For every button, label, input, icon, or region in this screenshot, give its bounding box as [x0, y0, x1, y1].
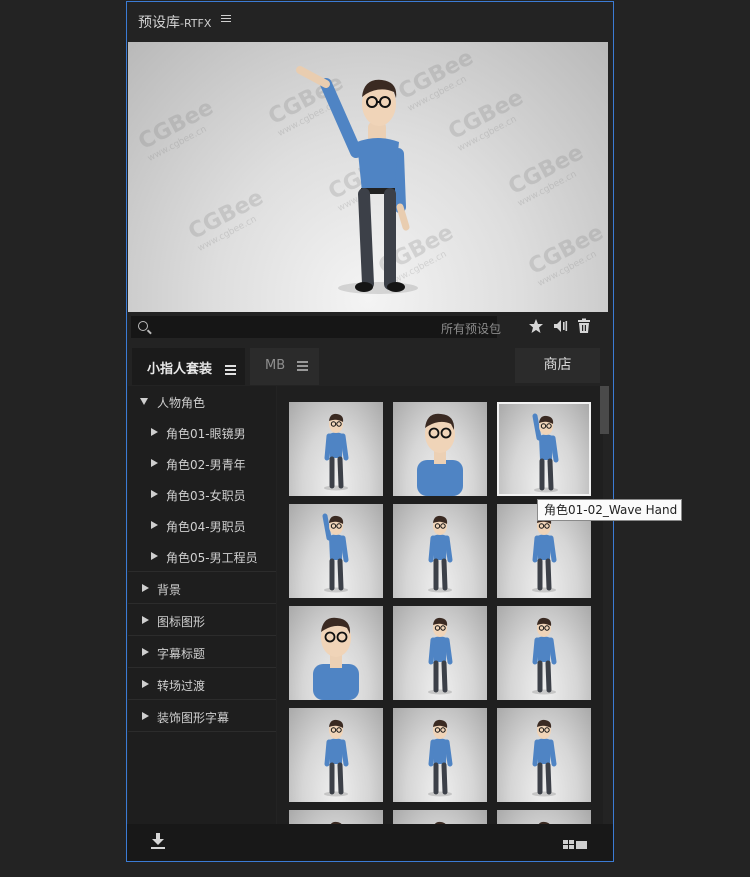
tree-category-label: 图标图形: [157, 615, 206, 629]
tree-item-label: 角色03-女职员: [166, 489, 246, 503]
tree-item-label: 角色04-男职员: [166, 520, 246, 534]
preset-thumbnail[interactable]: [393, 810, 487, 824]
expanded-arrow-icon: [140, 398, 148, 405]
panel-menu-icon[interactable]: [221, 13, 231, 25]
preset-thumbnail[interactable]: [289, 504, 383, 598]
collapsed-arrow-icon: [142, 616, 149, 624]
tree-category[interactable]: 图标图形: [128, 605, 276, 636]
panel-footer: [127, 824, 613, 861]
search-icon: [138, 321, 148, 331]
collapsed-arrow-icon: [142, 712, 149, 720]
tab-label: 小指人套装: [147, 362, 213, 377]
tab-label: MB: [265, 358, 286, 373]
preset-thumbnail[interactable]: [289, 708, 383, 802]
tree-category[interactable]: 装饰图形字幕: [128, 701, 276, 732]
tree-item[interactable]: 角色05-男工程员: [128, 541, 276, 572]
collapsed-arrow-icon: [142, 648, 149, 656]
search-input[interactable]: [155, 317, 429, 339]
tree-category-label: 人物角色: [157, 396, 206, 410]
collapsed-arrow-icon: [151, 521, 158, 529]
preset-thumbnail[interactable]: [393, 402, 487, 496]
panel-title-text: 预设库: [138, 15, 180, 31]
speaker-icon[interactable]: [551, 318, 569, 336]
category-tree: 人物角色 角色01-眼镜男 角色02-男青年 角色03-女职员 角色04-男职员…: [128, 386, 276, 824]
tree-item[interactable]: 角色04-男职员: [128, 510, 276, 541]
preset-thumbnail[interactable]: [497, 810, 591, 824]
tree-category-label: 转场过渡: [157, 679, 206, 693]
preset-thumbnail[interactable]: [289, 606, 383, 700]
panel-title-suffix: -RTFX: [180, 17, 212, 30]
collapsed-arrow-icon: [151, 552, 158, 560]
preset-library-panel: 预设库-RTFX CGBee www.cgbee.cn CGBee www.cgbe…: [126, 1, 614, 862]
tree-category[interactable]: 转场过渡: [128, 669, 276, 700]
panel-titlebar: 预设库-RTFX: [127, 2, 613, 40]
grid-scrollbar[interactable]: [600, 386, 609, 434]
collapsed-arrow-icon: [142, 680, 149, 688]
tab-menu-icon[interactable]: [297, 359, 309, 373]
trash-icon[interactable]: [575, 318, 593, 336]
panel-title: 预设库-RTFX: [138, 12, 211, 32]
preset-thumbnail[interactable]: [289, 402, 383, 496]
tree-item-label: 角色05-男工程员: [166, 551, 258, 565]
tab-menu-icon[interactable]: [224, 363, 236, 377]
tree-item-label: 角色01-眼镜男: [166, 427, 246, 441]
tree-item[interactable]: 角色01-眼镜男: [128, 417, 276, 448]
preset-thumbnail[interactable]: [289, 810, 383, 824]
preset-thumbnail[interactable]: [393, 708, 487, 802]
download-icon[interactable]: [151, 833, 165, 849]
character-preview-figure: [296, 66, 418, 294]
search-bar: 所有预设包: [131, 316, 501, 339]
tree-item[interactable]: 角色03-女职员: [128, 479, 276, 510]
tree-category[interactable]: 背景: [128, 573, 276, 604]
preset-thumbnail-grid: [277, 386, 603, 824]
tab-xiaozhiren[interactable]: 小指人套装: [132, 348, 245, 385]
preset-thumbnail[interactable]: [497, 606, 591, 700]
tree-category-label: 字幕标题: [157, 647, 206, 661]
preview-area: CGBee www.cgbee.cn CGBee www.cgbee.cn CGBe…: [128, 42, 608, 312]
collapsed-arrow-icon: [151, 428, 158, 436]
tree-category[interactable]: 字幕标题: [128, 637, 276, 668]
collapsed-arrow-icon: [142, 584, 149, 592]
preset-thumbnail[interactable]: [393, 504, 487, 598]
tab-mb[interactable]: MB: [250, 348, 319, 385]
preset-thumbnail[interactable]: [497, 708, 591, 802]
preset-thumbnail[interactable]: [497, 402, 591, 496]
tree-category-label: 背景: [157, 583, 182, 597]
star-icon[interactable]: [527, 318, 545, 336]
store-button[interactable]: 商店: [515, 348, 600, 383]
tree-item[interactable]: 角色02-男青年: [128, 448, 276, 479]
preset-thumbnail[interactable]: [393, 606, 487, 700]
tree-item-label: 角色02-男青年: [166, 458, 246, 472]
collapsed-arrow-icon: [151, 459, 158, 467]
collapsed-arrow-icon: [151, 490, 158, 498]
grid-view-icon[interactable]: [563, 840, 587, 850]
tree-category-label: 装饰图形字幕: [157, 711, 230, 725]
tree-category-characters[interactable]: 人物角色: [128, 386, 276, 417]
thumbnail-tooltip: 角色01-02_Wave Hand: [537, 499, 682, 521]
search-scope-label[interactable]: 所有预设包: [441, 320, 501, 337]
